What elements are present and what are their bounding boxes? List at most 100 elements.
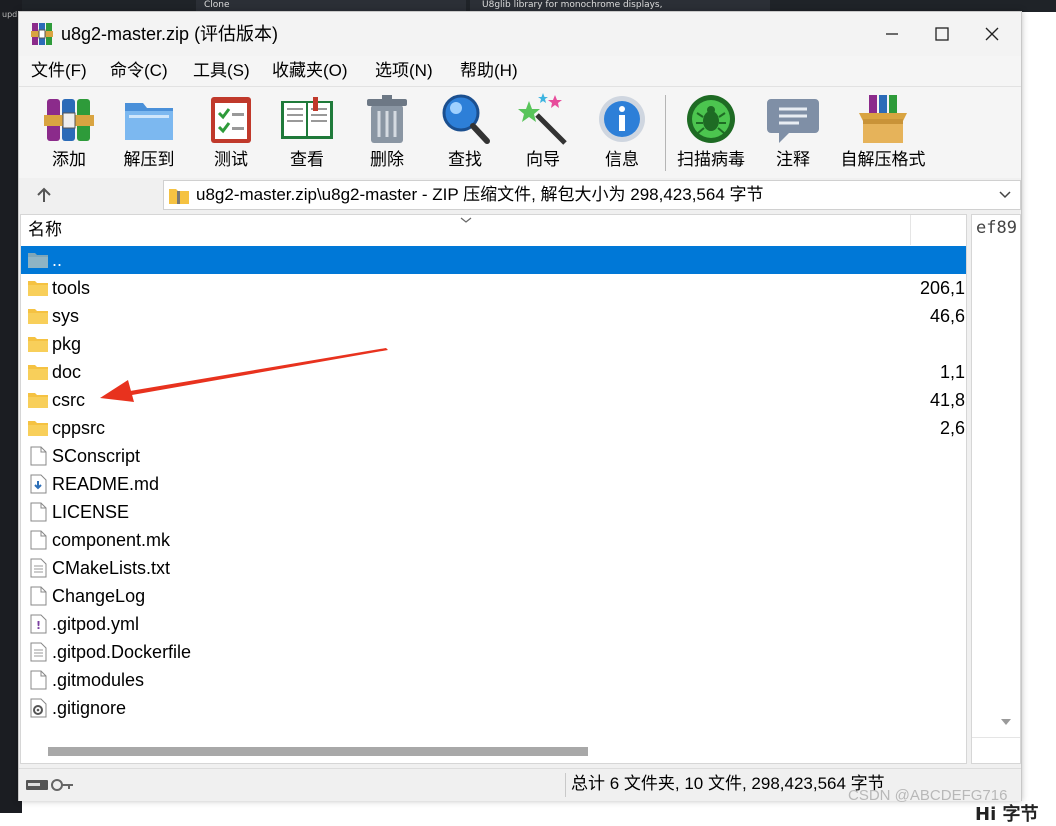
file-row[interactable]: pkg: [21, 330, 966, 358]
file-size: 1,1: [939, 362, 965, 382]
file-name: .gitignore: [52, 698, 127, 718]
file-row[interactable]: CMakeLists.txt: [21, 554, 966, 582]
tool-comment-button[interactable]: 注释: [765, 91, 821, 175]
file-name: SConscript: [52, 446, 141, 466]
file-name: cppsrc: [52, 418, 106, 438]
parent-folder-icon: [28, 253, 48, 268]
tool-add-label: 添加: [52, 150, 86, 169]
file-size: 46,6: [929, 306, 965, 326]
file-row[interactable]: .gitmodules: [21, 666, 966, 694]
folder-icon: [28, 281, 48, 296]
file-row[interactable]: LICENSE: [21, 498, 966, 526]
file-name: README.md: [52, 474, 160, 494]
status-summary: 总计 6 文件夹, 10 文件, 298,423,564 字节: [571, 774, 885, 793]
svg-text:!: !: [36, 619, 41, 632]
arrow-up-icon: [37, 187, 51, 202]
menu-file[interactable]: 文件(F): [29, 59, 89, 83]
file-size: 41,8: [929, 390, 965, 410]
close-button[interactable]: [969, 12, 1015, 56]
file-list[interactable]: 名称 .. tools 206,1 sys 46,6 pkg doc 1,1 csrc 41,8 c…: [20, 214, 967, 764]
file-row[interactable]: sys 46,6: [21, 302, 966, 330]
menu-options[interactable]: 选项(N): [373, 59, 435, 83]
tool-delete-button[interactable]: 删除: [359, 91, 415, 175]
file-name: CMakeLists.txt: [52, 558, 171, 578]
maximize-button[interactable]: [919, 12, 965, 56]
column-header-name[interactable]: 名称: [28, 219, 62, 241]
address-path: u8g2-master.zip\u8g2-master - ZIP 压缩文件, …: [196, 185, 764, 204]
toolbar: 添加 解压到 测试 查看 删除 查找 向导 信息 扫描病毒 注释 自解压格式: [19, 87, 1021, 180]
file-name: doc: [52, 362, 82, 382]
zip-folder-icon: [169, 189, 189, 204]
tool-extract-label: 解压到: [123, 150, 175, 169]
file-row[interactable]: csrc 41,8: [21, 386, 966, 414]
menu-tools[interactable]: 工具(S): [191, 59, 252, 83]
chevron-down-icon[interactable]: [998, 188, 1012, 202]
tool-comment-label: 注释: [776, 150, 810, 169]
extract-to-icon: [125, 103, 173, 140]
tool-virus-scan-label: 扫描病毒: [677, 150, 745, 169]
tool-view-label: 查看: [290, 150, 324, 169]
settings-file-icon: [30, 698, 47, 718]
file-row[interactable]: ! .gitpod.yml: [21, 610, 966, 638]
tool-find-label: 查找: [448, 150, 482, 169]
virus-scan-icon: [687, 95, 735, 143]
delete-icon: [367, 95, 407, 143]
winrar-window: u8g2-master.zip (评估版本) 文件(F) 命令(C) 工具(S)…: [18, 11, 1022, 801]
tool-delete-label: 删除: [370, 150, 404, 169]
side-panel-text: ef89: [976, 218, 1017, 238]
folder-icon: [28, 421, 48, 436]
file-row[interactable]: cppsrc 2,6: [21, 414, 966, 442]
sort-chevron-icon: [460, 217, 472, 223]
tool-find-button[interactable]: 查找: [437, 91, 493, 175]
file-name: ..: [52, 250, 63, 270]
folder-icon: [28, 393, 48, 408]
tool-virus-scan-button[interactable]: 扫描病毒: [675, 91, 747, 175]
add-archive-icon: [44, 99, 94, 141]
column-separator[interactable]: [910, 215, 911, 245]
tool-wizard-button[interactable]: 向导: [515, 91, 571, 175]
drive-and-key-icon[interactable]: [25, 775, 75, 795]
file-row[interactable]: ..: [21, 246, 966, 274]
text-file-icon: [30, 558, 47, 578]
horizontal-scrollbar-thumb[interactable]: [48, 747, 588, 756]
file-row[interactable]: .gitignore: [21, 694, 966, 722]
tool-extract-button[interactable]: 解压到: [119, 91, 179, 175]
tool-add-button[interactable]: 添加: [41, 91, 97, 175]
menu-favorites[interactable]: 收藏夹(O): [270, 59, 350, 83]
up-folder-button[interactable]: [31, 182, 57, 208]
file-icon: [30, 586, 47, 606]
menu-help[interactable]: 帮助(H): [458, 59, 520, 83]
tool-sfx-label: 自解压格式: [840, 150, 926, 169]
menu-commands[interactable]: 命令(C): [108, 59, 170, 83]
file-row[interactable]: doc 1,1: [21, 358, 966, 386]
file-name: .gitpod.Dockerfile: [52, 642, 192, 662]
file-rows: .. tools 206,1 sys 46,6 pkg doc 1,1 csrc 41,8 cpps…: [21, 246, 966, 722]
file-row[interactable]: README.md: [21, 470, 966, 498]
folder-icon: [28, 365, 48, 380]
tool-test-button[interactable]: 测试: [203, 91, 259, 175]
tool-sfx-button[interactable]: 自解压格式: [837, 91, 929, 175]
info-side-panel: ef89: [971, 214, 1021, 764]
maximize-icon: [935, 27, 949, 41]
horizontal-scrollbar[interactable]: [22, 741, 966, 763]
find-icon: [442, 94, 490, 144]
title-bar[interactable]: u8g2-master.zip (评估版本): [19, 12, 1021, 56]
file-row[interactable]: .gitpod.Dockerfile: [21, 638, 966, 666]
minimize-button[interactable]: [869, 12, 915, 56]
file-row[interactable]: tools 206,1: [21, 274, 966, 302]
tool-test-label: 测试: [214, 150, 248, 169]
file-row[interactable]: ChangeLog: [21, 582, 966, 610]
file-icon: [30, 502, 47, 522]
info-icon: [599, 96, 645, 142]
address-bar[interactable]: u8g2-master.zip\u8g2-master - ZIP 压缩文件, …: [163, 180, 1021, 210]
file-row[interactable]: SConscript: [21, 442, 966, 470]
scroll-down-arrow-icon[interactable]: [1000, 717, 1012, 727]
background-left-text: upd: [2, 10, 18, 19]
tool-info-button[interactable]: 信息: [594, 91, 650, 175]
close-icon: [985, 27, 999, 41]
file-row[interactable]: component.mk: [21, 526, 966, 554]
tool-view-button[interactable]: 查看: [277, 91, 337, 175]
toolbar-separator: [665, 95, 666, 171]
test-icon: [211, 97, 251, 143]
sfx-icon: [859, 95, 907, 143]
